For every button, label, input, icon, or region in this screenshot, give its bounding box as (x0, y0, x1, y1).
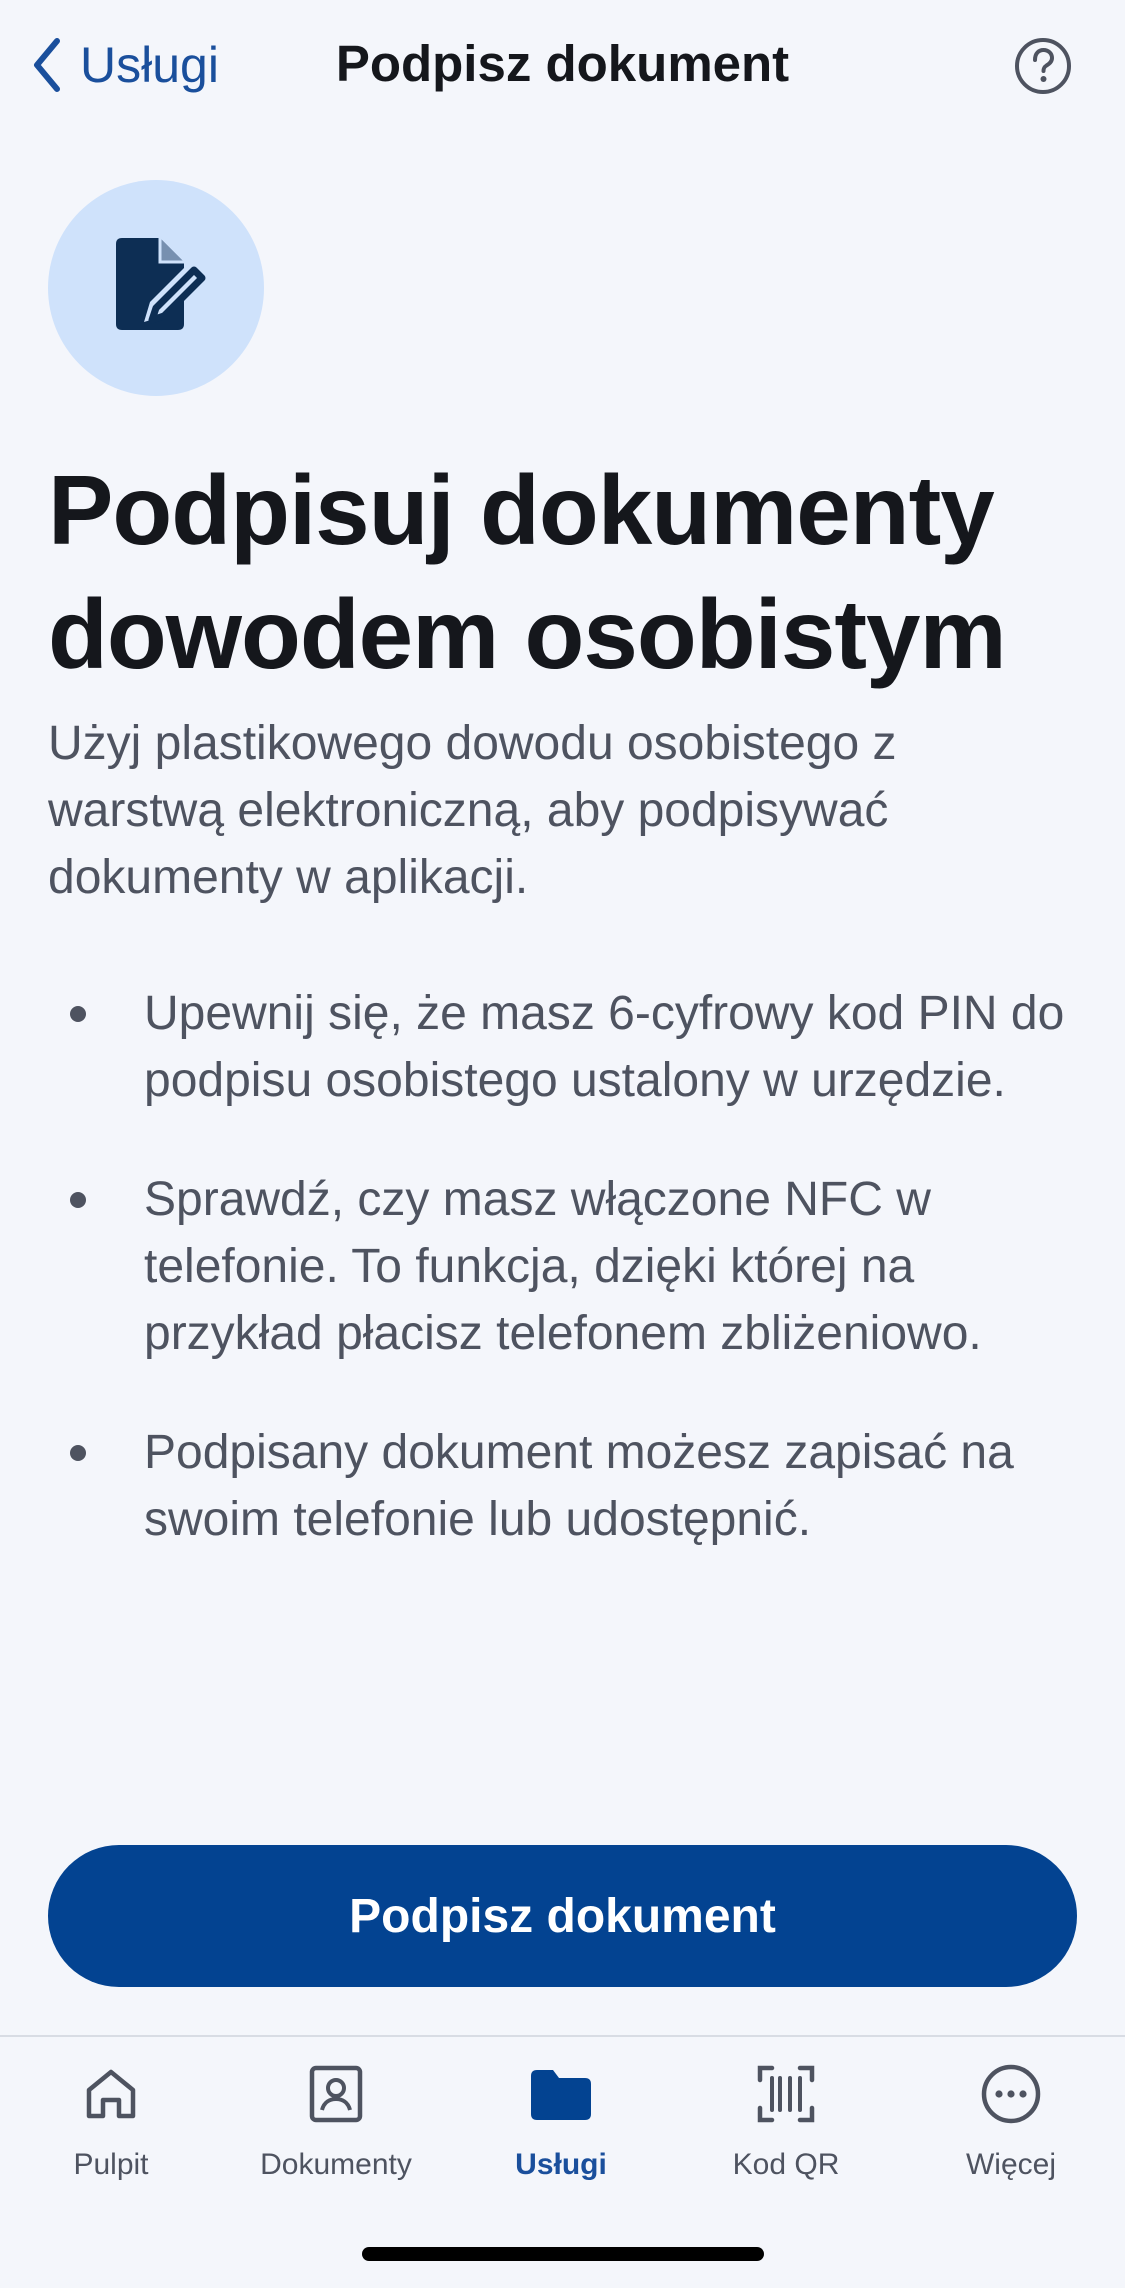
tab-label: Kod QR (732, 2148, 840, 2181)
home-icon (79, 2062, 143, 2126)
headline-line-1: Podpisuj dokumenty (48, 455, 995, 565)
tab-label: Dokumenty (260, 2148, 412, 2181)
bullet-text: Upewnij się, że masz 6-cyfrowy kod PIN d… (144, 987, 1065, 1107)
id-card-icon (304, 2062, 368, 2126)
tab-label: Usługi (515, 2148, 607, 2181)
question-circle-icon[interactable] (1013, 36, 1073, 96)
document-sign-icon (104, 234, 208, 343)
bullet-dot (70, 1006, 86, 1022)
bullet-dot (70, 1445, 86, 1461)
nav-header: Usługi Podpisz dokument (0, 0, 1125, 130)
tab-uslugi[interactable]: Usługi (461, 2062, 661, 2202)
bullet-text: Podpisany dokument możesz zapisać na swo… (144, 1426, 1014, 1546)
list-item: Upewnij się, że masz 6-cyfrowy kod PIN d… (70, 980, 1080, 1114)
bullet-dot (70, 1192, 86, 1208)
tab-pulpit[interactable]: Pulpit (11, 2062, 211, 2202)
qr-scan-icon (754, 2062, 818, 2126)
tab-label: Więcej (965, 2148, 1056, 2181)
list-item: Sprawdź, czy masz włączone NFC w telefon… (70, 1166, 1080, 1367)
tab-label: Pulpit (73, 2148, 149, 2181)
bullet-text: Sprawdź, czy masz włączone NFC w telefon… (144, 1173, 982, 1360)
hero-icon-badge (48, 180, 264, 396)
tab-wiecej[interactable]: Więcej (911, 2062, 1111, 2202)
more-icon (979, 2062, 1043, 2126)
tab-dokumenty[interactable]: Dokumenty (236, 2062, 436, 2202)
headline-line-2: dowodem osobistym (48, 579, 1007, 689)
tab-kod-qr[interactable]: Kod QR (686, 2062, 886, 2202)
requirements-list: Upewnij się, że masz 6-cyfrowy kod PIN d… (70, 980, 1080, 1605)
list-item: Podpisany dokument możesz zapisać na swo… (70, 1419, 1080, 1553)
headline: Podpisuj dokumenty dowodem osobistym (48, 448, 1088, 696)
page-title: Podpisz dokument (335, 35, 790, 92)
home-indicator (362, 2247, 764, 2261)
sign-document-button[interactable]: Podpisz dokument (48, 1845, 1077, 1987)
folder-icon (529, 2062, 593, 2126)
intro-text: Użyj plastikowego dowodu osobistego z wa… (48, 717, 897, 904)
